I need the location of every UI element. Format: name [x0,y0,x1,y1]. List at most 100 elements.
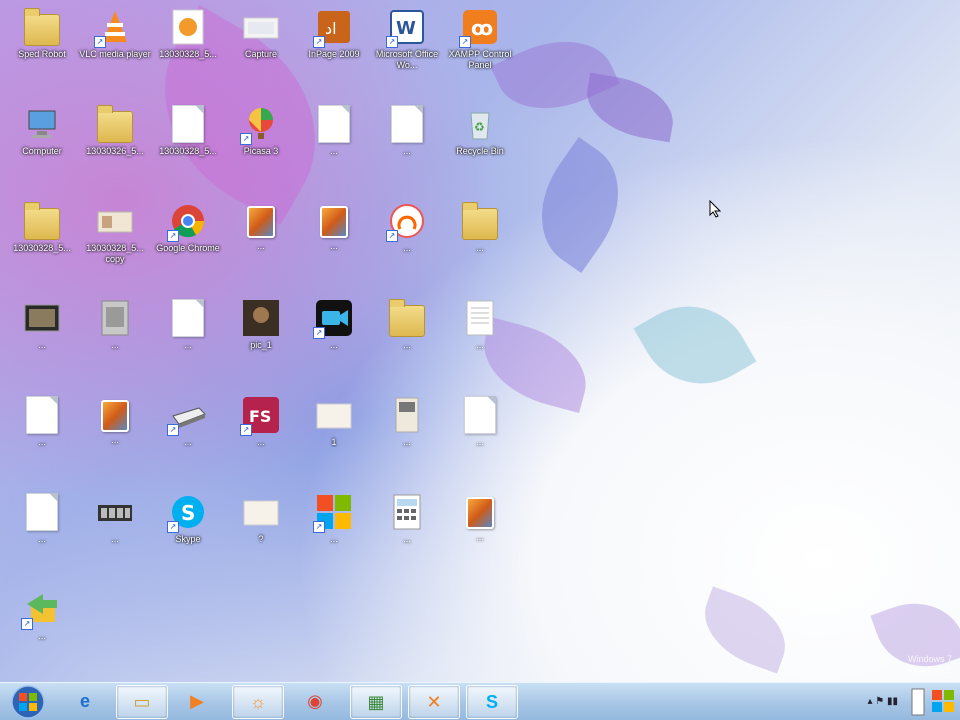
explorer-icon: ▭ [133,692,151,712]
taskbar: e ▭ ▶ ☼ ◉ ▦ ✕ S ▴ ⚑ ▮▮ [0,682,960,720]
desktop-icon-file-4[interactable]: ? [225,489,297,579]
desktop-icon-label: pic_1 [250,340,272,350]
desktop-icon-label: ... [330,534,338,544]
taskbar-ie-button[interactable]: e [60,685,110,717]
taskbar-chrome-button[interactable]: ◉ [290,685,340,717]
desktop-icon-file-1[interactable]: 13030328_5... [152,4,224,94]
desktop-icon-file-2[interactable]: ... [79,295,151,385]
balloon-icon: ↗ [240,105,280,145]
taskbar-media-button[interactable]: ▶ [172,685,222,717]
desktop-icon-inpage[interactable]: اد ↗ InPage 2009 [298,4,370,94]
desktop-icon-picasa[interactable]: ↗ Picasa 3 [225,101,297,191]
desktop-icon-label: Recycle Bin [456,146,504,156]
desktop-icon-img-4[interactable]: ... [79,489,151,579]
desktop-icon-label: ... [38,340,46,350]
system-tray[interactable]: ▴ ⚑ ▮▮ [867,696,898,707]
desktop-icon-doc-2[interactable]: ... [298,101,370,191]
desktop-icon-label: 13030328_5... [13,243,71,253]
desktop-icon-fs[interactable]: FS ↗... [225,392,297,482]
taskbar-tiles-button[interactable]: ▦ [350,685,402,719]
shortcut-arrow-icon: ↗ [313,327,325,339]
video-thumb-icon [23,299,61,337]
desktop-icon-label: XAMPP Control Panel [448,49,512,70]
desktop-icon-label: 13030326_5... [86,146,144,156]
svg-text:♻: ♻ [474,120,485,134]
desktop-icon-file-3[interactable]: 1 [298,392,370,482]
desktop-icon-win-app[interactable]: ↗... [298,489,370,579]
desktop-icon-label: ... [403,146,411,156]
desktop-icon-label: 13030328_5... [159,146,217,156]
taskbar-explorer-button[interactable]: ▭ [116,685,168,719]
shortcut-arrow-icon: ↗ [21,618,33,630]
desktop-icon-chrome[interactable]: ↗ Google Chrome [152,198,224,288]
photo-icon [247,206,275,238]
folder-icon [24,8,60,46]
desktop-icon-label: ... [403,437,411,447]
desktop-icon-xampp[interactable]: ꝏ ↗ XAMPP Control Panel [444,4,516,94]
desktop-icon-photo-4[interactable]: ... [444,489,516,579]
start-button[interactable] [8,685,48,719]
desktop-icon-photo-2[interactable]: ... [298,198,370,288]
desktop-icon-label: ? [258,534,264,544]
taskbar-xampp-button[interactable]: ✕ [408,685,460,719]
desktop-icon-doc-8[interactable]: ... [6,489,78,579]
desktop-icon-folder-5[interactable]: ... [371,295,443,385]
desktop-icon-label: 1 [331,437,337,447]
desktop-icon-avast[interactable]: ↗... [371,198,443,288]
desktop-icon-scanner[interactable]: ↗... [152,392,224,482]
desktop-icon-doc-3[interactable]: ... [371,101,443,191]
desktop-icon-label: Picasa 3 [243,146,279,156]
taskbar-skype-button[interactable]: S [466,685,518,719]
desktop-icon-app-arrow[interactable]: ↗... [6,586,78,676]
desktop-icon-capture[interactable]: Capture [225,4,297,94]
desktop-icon-label: ... [38,437,46,447]
desktop-icon-vlc[interactable]: ↗ VLC media player [79,4,151,94]
desktop-icon-img-3[interactable]: ... [371,392,443,482]
show-desktop-button[interactable] [906,683,960,720]
desktop-icon-label: ... [476,532,484,542]
chrome-icon: ↗ [167,202,207,242]
desktop-icon-photo-3[interactable]: ... [79,392,151,482]
folder-icon [97,105,133,143]
desktop-icon-photo-1[interactable]: ... [225,198,297,288]
desktop-icon-img-2[interactable]: ... [6,295,78,385]
dark-photo-icon [242,299,280,337]
desktop-icon-doc-1[interactable]: 13030328_5... [152,101,224,191]
desktop-icon-calc[interactable]: ... [371,489,443,579]
desktop-icon-doc-6[interactable]: ... [6,392,78,482]
desktop-icon-folder-4[interactable]: ... [444,198,516,288]
desktop-icon-word[interactable]: W ↗ Microsoft Office Wo... [371,4,443,94]
watermark-line1: Windows 7 [907,654,952,664]
desktop-icon-folder-3[interactable]: 13030328_5... [6,198,78,288]
desktop-icon-camtasia[interactable]: ↗... [298,295,370,385]
desktop-icon-skype[interactable]: S ↗ Skype [152,489,224,579]
desktop-icon-computer[interactable]: Computer [6,101,78,191]
watermark-line2: Build 7601 [909,665,952,675]
desktop-icon-pic-1[interactable]: pic_1 [225,295,297,385]
doc-icon [172,299,204,337]
desktop-icon-label: InPage 2009 [308,49,360,59]
desktop-icon-recycle[interactable]: ♻ Recycle Bin [444,101,516,191]
desktop-icon-folder-2[interactable]: 13030326_5... [79,101,151,191]
arrow-icon: ↗ [21,590,61,630]
desktop-icon-img-1[interactable]: 13030328_5... copy [79,198,151,288]
desktop-icon-label: ... [330,146,338,156]
flat-doc-icon [315,396,353,434]
tiles-icon: ▦ [367,692,385,712]
taskbar-ext-app-button[interactable]: ☼ [232,685,284,719]
shortcut-arrow-icon: ↗ [313,36,325,48]
avast-icon: ↗ [386,202,426,242]
desktop-icon-label: VLC media player [79,49,151,59]
desktop-icon-doc-5[interactable]: ... [444,295,516,385]
windows-watermark: Windows 7 Build 7601 [908,654,952,676]
computer-icon [23,105,61,143]
desktop-icon-label: 13030328_5... copy [86,243,144,264]
desktop-icon-speed-robot[interactable]: Sped Robot [6,4,78,94]
shortcut-arrow-icon: ↗ [459,36,471,48]
desktop-icon-doc-4[interactable]: ... [152,295,224,385]
strip-icon [96,493,134,531]
fs-icon: FS ↗ [240,396,280,436]
desktop-icon-doc-7[interactable]: ... [444,392,516,482]
desktop-icon-label: Google Chrome [156,243,220,253]
photo-icon [101,400,129,432]
